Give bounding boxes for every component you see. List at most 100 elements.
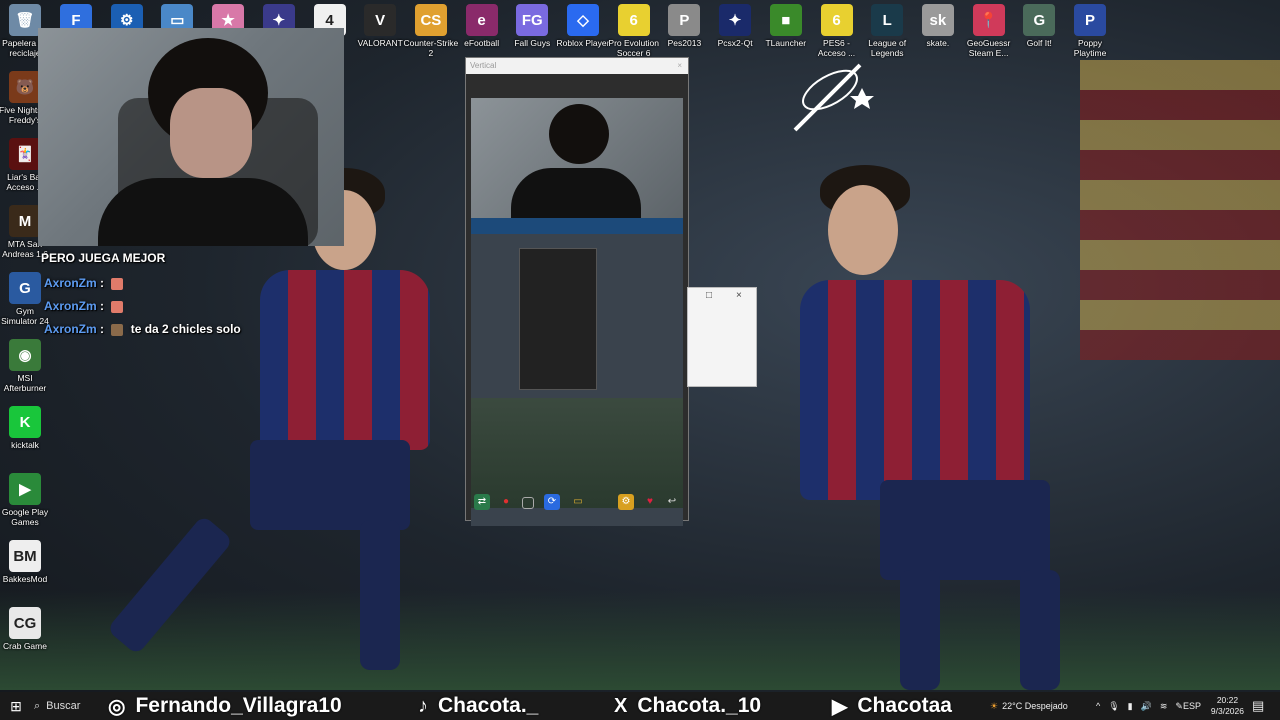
shortcut-label: Pes2013 [667, 38, 702, 48]
x-twitter-icon: X [614, 694, 628, 717]
mta-icon: M [9, 205, 41, 237]
desktop-shortcut[interactable]: BM BakkesMod [0, 540, 53, 584]
vertical-window-titlebar[interactable]: Vertical × [466, 58, 688, 74]
valorant-icon: V [364, 4, 397, 36]
youtube-icon: ▶ [832, 695, 848, 718]
taskbar-search[interactable]: ⌕ Buscar [34, 692, 104, 720]
webcam-overlay [38, 28, 344, 246]
microphone-icon[interactable]: 🎙 [1108, 701, 1119, 712]
pen-icon[interactable]: ✎ [1175, 701, 1183, 712]
desktop-shortcut[interactable]: ◇ Roblox Player [555, 4, 611, 48]
wifi-icon[interactable]: ≋ [1160, 701, 1168, 712]
preview-webcam [471, 98, 683, 228]
shortcut-label: PES6 - Acceso ... [817, 38, 856, 58]
windows-start-icon[interactable]: ⊞ [0, 692, 32, 720]
desktop-shortcut[interactable]: FG Fall Guys [504, 4, 560, 48]
desktop-shortcut[interactable]: G Golf It! [1011, 4, 1067, 48]
search-label: Buscar [46, 700, 81, 712]
clock-date: 9/3/2026 [1210, 706, 1244, 716]
shortcut-label: League of Legends [868, 38, 907, 58]
desktop-shortcut[interactable]: e eFootball [454, 4, 510, 48]
volume-icon[interactable]: 🔊 [1141, 701, 1152, 712]
close-icon[interactable]: × [677, 58, 682, 74]
stop-icon[interactable] [522, 497, 534, 509]
vertical-window[interactable]: Vertical × ⇄ ● ⟳ ▭ ⚙ ♥ ↩ [465, 57, 689, 526]
desktop-shortcut[interactable]: ▶ Google Play Games [0, 473, 53, 527]
desktop-shortcut[interactable]: 6 Pro Evolution Soccer 6 [606, 4, 662, 58]
chat-username: AxronZm [44, 322, 97, 336]
shortcut-label: VALORANT [357, 38, 403, 48]
shortcut-label: Crab Game [3, 641, 47, 651]
shortcut-label: Pro Evolution Soccer 6 [608, 38, 659, 58]
desktop-shortcut[interactable]: V VALORANT [352, 4, 408, 48]
shortcut-label: GeoGuessr Steam E... [966, 38, 1011, 58]
shortcut-label: Golf It! [1026, 38, 1052, 48]
desktop-shortcut[interactable]: Kkicktalk [0, 406, 53, 450]
share-icon[interactable]: ⇄ [474, 494, 490, 510]
desktop-shortcut[interactable]: CG Crab Game [0, 607, 53, 651]
wallpaper-sparkle-wand [793, 63, 874, 132]
maximize-icon[interactable]: □ [706, 290, 712, 301]
chat-text: te da 2 chicles solo [130, 322, 241, 336]
close-icon[interactable]: × [736, 290, 742, 301]
emote-icon [111, 323, 124, 336]
chat-separator: : [100, 276, 105, 290]
folder-icon[interactable]: ▭ [570, 494, 586, 510]
vertical-preview [471, 98, 683, 526]
wallpaper-player-right [790, 160, 1090, 690]
desktop-shortcut[interactable]: 📍 GeoGuessr Steam E... [961, 4, 1017, 58]
language-indicator[interactable]: ESP [1183, 692, 1201, 720]
preview-icon-strip [471, 218, 683, 234]
youtube-handle: Chacotaa [857, 694, 952, 717]
clock-time: 20:22 [1216, 695, 1239, 705]
social-instagram: ◎ Fernando_Villagra10 [108, 692, 342, 720]
roblox-icon: ◇ [567, 4, 599, 36]
wallpaper-flag-stripes [1080, 60, 1280, 360]
weather-widget[interactable]: ☀ 22°C Despejado [990, 692, 1068, 720]
desktop-shortcut[interactable]: 6 PES6 - Acceso ... [809, 4, 865, 58]
geoguessr-icon: 📍 [972, 4, 1005, 36]
record-icon[interactable]: ● [498, 494, 514, 510]
desktop-shortcut[interactable]: P Pes2013 [656, 4, 712, 48]
taskbar-clock[interactable]: 20:22 9/3/2026 [1211, 695, 1244, 717]
tiktok-icon: ♪ [418, 694, 428, 717]
desktop-shortcut[interactable]: P Poppy Playtime [1062, 4, 1118, 58]
shortcut-label: skate. [926, 38, 950, 48]
blank-dialog[interactable]: □ × [687, 287, 757, 387]
vertical-toolbar: ⇄ ● ⟳ ▭ ⚙ ♥ ↩ [466, 490, 688, 516]
desktop-shortcut[interactable]: L League of Legends [859, 4, 915, 58]
gym-simulator-icon: G [9, 272, 41, 304]
settings-icon[interactable]: ⚙ [618, 494, 634, 510]
notification-icon[interactable]: ▤ [1252, 692, 1264, 720]
fall-guys-icon: FG [516, 4, 549, 36]
social-x: X Chacota._10 [614, 692, 761, 720]
heart-icon[interactable]: ♥ [642, 494, 658, 510]
shortcut-label: kicktalk [11, 440, 39, 450]
back-icon[interactable]: ↩ [664, 494, 680, 510]
desktop-shortcut[interactable]: ✦ Pcsx2-Qt [707, 4, 763, 48]
refresh-icon[interactable]: ⟳ [544, 494, 560, 510]
chevron-up-icon[interactable]: ^ [1096, 701, 1100, 711]
weather-icon: ☀ [990, 700, 999, 711]
battery-icon[interactable]: ▮ [1128, 701, 1133, 712]
google-play-games-icon: ▶ [9, 473, 41, 505]
chat-separator: : [100, 322, 105, 336]
liars-bar-icon: 🃏 [9, 138, 41, 170]
shortcut-label: eFootball [464, 38, 500, 48]
counter-strike-icon: CS [414, 4, 447, 36]
desktop-shortcut[interactable]: sk skate. [910, 4, 966, 48]
pes6-shortcut-icon: 6 [820, 4, 853, 36]
system-tray: ^ 🎙 ▮ 🔊 ≋ ✎ [1096, 692, 1183, 720]
fnaf-icon: 🐻 [9, 71, 41, 103]
x-handle: Chacota._10 [637, 694, 762, 717]
instagram-icon: ◎ [108, 695, 126, 718]
social-tiktok: ♪ Chacota._ [418, 692, 538, 720]
league-of-legends-icon: L [871, 4, 904, 36]
tiktok-handle: Chacota._ [438, 694, 539, 717]
desktop-shortcut[interactable]: ◉ MSI Afterburner [0, 339, 53, 393]
shortcut-label: MSI Afterburner [3, 373, 47, 393]
skate-icon: sk [921, 4, 954, 36]
desktop-shortcut[interactable]: CS Counter-Strike 2 [403, 4, 459, 58]
dialog-titlebar[interactable]: □ × [688, 288, 756, 306]
desktop-shortcut[interactable]: ■ TLauncher [758, 4, 814, 48]
